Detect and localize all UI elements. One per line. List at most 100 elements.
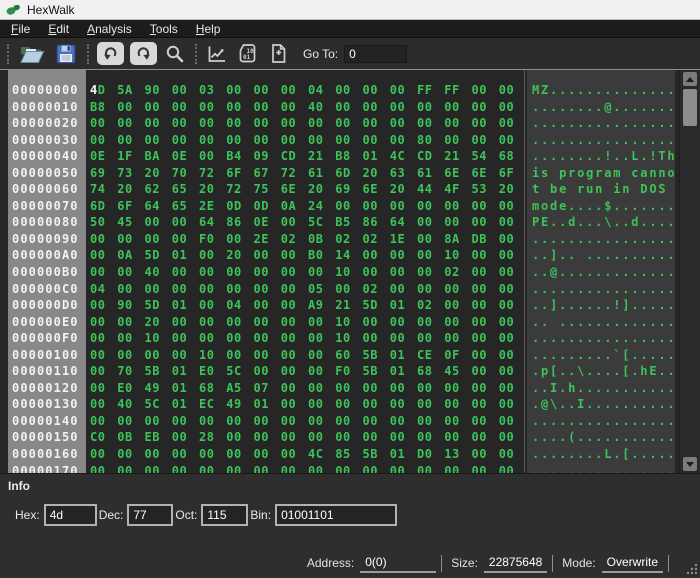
hex-byte[interactable]: 65 xyxy=(170,182,197,199)
hex-byte[interactable]: 00 xyxy=(415,282,442,299)
hex-byte[interactable]: 00 xyxy=(333,464,360,473)
hex-byte[interactable]: B8 xyxy=(88,100,115,117)
hex-byte[interactable]: 02 xyxy=(361,282,388,299)
hex-byte[interactable]: 00 xyxy=(388,83,415,100)
hex-byte[interactable]: 00 xyxy=(197,447,224,464)
hex-byte[interactable]: 00 xyxy=(361,315,388,332)
hex-byte[interactable]: 00 xyxy=(252,364,279,381)
hex-byte[interactable]: 00 xyxy=(497,83,524,100)
oct-field-input[interactable]: 115 xyxy=(201,504,248,526)
hex-byte[interactable]: 00 xyxy=(170,215,197,232)
hex-byte[interactable]: 5B xyxy=(361,447,388,464)
hex-byte[interactable]: 6D xyxy=(88,199,115,216)
hex-byte[interactable]: 00 xyxy=(361,464,388,473)
hex-byte[interactable]: 00 xyxy=(415,215,442,232)
hex-byte[interactable]: 00 xyxy=(279,381,306,398)
hex-byte[interactable]: 00 xyxy=(197,100,224,117)
hex-byte[interactable]: 00 xyxy=(115,232,142,249)
hex-byte[interactable]: 64 xyxy=(143,199,170,216)
hex-byte[interactable]: 00 xyxy=(470,397,497,414)
hex-byte[interactable]: 00 xyxy=(88,381,115,398)
hex-byte[interactable]: 0D xyxy=(252,199,279,216)
scroll-up-button[interactable] xyxy=(683,72,697,86)
hex-byte[interactable]: 00 xyxy=(442,397,469,414)
hex-byte[interactable]: 00 xyxy=(388,116,415,133)
hex-byte[interactable]: 00 xyxy=(306,464,333,473)
hex-byte[interactable]: 4C xyxy=(306,447,333,464)
hex-byte[interactable]: 40 xyxy=(115,397,142,414)
hex-byte[interactable]: 00 xyxy=(224,133,251,150)
hex-byte[interactable]: 00 xyxy=(415,397,442,414)
hex-byte[interactable]: 00 xyxy=(306,348,333,365)
hex-byte[interactable]: FF xyxy=(442,83,469,100)
hex-byte[interactable]: 00 xyxy=(252,265,279,282)
hex-byte[interactable]: 10 xyxy=(143,331,170,348)
hex-byte[interactable]: 00 xyxy=(252,298,279,315)
hex-byte[interactable]: 10 xyxy=(197,348,224,365)
hex-byte[interactable]: 00 xyxy=(470,83,497,100)
hex-byte[interactable]: 00 xyxy=(88,348,115,365)
hex-byte[interactable]: 60 xyxy=(333,348,360,365)
hex-byte[interactable]: 00 xyxy=(88,397,115,414)
hex-byte[interactable]: 00 xyxy=(333,133,360,150)
hex-byte[interactable]: 00 xyxy=(442,100,469,117)
hex-byte[interactable]: 63 xyxy=(388,166,415,183)
hex-byte[interactable]: 00 xyxy=(279,430,306,447)
hex-byte[interactable]: 6E xyxy=(279,182,306,199)
hex-byte[interactable]: A9 xyxy=(306,298,333,315)
hex-byte[interactable]: F0 xyxy=(197,232,224,249)
hex-byte[interactable]: 69 xyxy=(333,182,360,199)
hex-byte[interactable]: 00 xyxy=(497,464,524,473)
hex-byte[interactable]: 0B xyxy=(306,232,333,249)
hex-byte[interactable]: 20 xyxy=(361,166,388,183)
hex-byte[interactable]: 00 xyxy=(170,83,197,100)
hex-byte[interactable]: E0 xyxy=(197,364,224,381)
hex-byte[interactable]: 00 xyxy=(333,282,360,299)
hex-byte[interactable]: 69 xyxy=(88,166,115,183)
hex-byte[interactable]: 00 xyxy=(197,464,224,473)
hex-byte[interactable]: 00 xyxy=(88,133,115,150)
hex-byte[interactable]: 00 xyxy=(170,331,197,348)
hex-byte[interactable]: 00 xyxy=(388,464,415,473)
hex-byte[interactable]: 1F xyxy=(115,149,142,166)
hex-byte[interactable]: 00 xyxy=(497,348,524,365)
hex-byte[interactable]: 00 xyxy=(279,331,306,348)
hex-byte[interactable]: 00 xyxy=(224,265,251,282)
hex-byte[interactable]: 6E xyxy=(442,166,469,183)
hex-byte[interactable]: 00 xyxy=(497,430,524,447)
hex-byte[interactable]: 00 xyxy=(497,315,524,332)
hex-byte[interactable]: 00 xyxy=(361,265,388,282)
hex-byte[interactable]: 01 xyxy=(170,381,197,398)
ascii-row[interactable]: ..]......!]..... xyxy=(527,298,675,315)
hex-byte[interactable]: 6F xyxy=(115,199,142,216)
hex-byte[interactable]: 00 xyxy=(497,447,524,464)
hex-byte[interactable]: 00 xyxy=(88,116,115,133)
hex-byte[interactable]: 00 xyxy=(279,83,306,100)
hex-byte[interactable]: 00 xyxy=(197,248,224,265)
hex-byte[interactable]: F0 xyxy=(333,364,360,381)
hex-byte[interactable]: 21 xyxy=(306,149,333,166)
ascii-row[interactable]: ........@....... xyxy=(527,100,675,117)
hex-byte[interactable]: 6D xyxy=(333,166,360,183)
hex-byte[interactable]: E0 xyxy=(115,381,142,398)
hex-byte[interactable]: B4 xyxy=(224,149,251,166)
ascii-row[interactable]: ..].. .......... xyxy=(527,248,675,265)
hex-byte[interactable]: 00 xyxy=(279,248,306,265)
hex-byte[interactable]: 00 xyxy=(279,100,306,117)
hex-byte[interactable]: 49 xyxy=(143,381,170,398)
goto-input[interactable] xyxy=(344,45,407,63)
hex-byte[interactable]: 00 xyxy=(388,248,415,265)
hex-byte[interactable]: 00 xyxy=(470,447,497,464)
hex-byte[interactable]: 00 xyxy=(497,199,524,216)
ascii-row[interactable]: ................ xyxy=(527,282,675,299)
save-file-button[interactable] xyxy=(53,41,79,67)
hex-byte[interactable]: 00 xyxy=(252,282,279,299)
hex-byte[interactable]: 49 xyxy=(224,397,251,414)
hex-byte[interactable]: 00 xyxy=(306,331,333,348)
hex-byte[interactable]: 00 xyxy=(470,364,497,381)
hex-byte[interactable]: 00 xyxy=(497,414,524,431)
hex-byte[interactable]: 61 xyxy=(415,166,442,183)
hex-byte[interactable]: 20 xyxy=(143,315,170,332)
ascii-row[interactable]: ........!..L.!Th xyxy=(527,149,675,166)
hex-byte[interactable]: 5D xyxy=(143,248,170,265)
